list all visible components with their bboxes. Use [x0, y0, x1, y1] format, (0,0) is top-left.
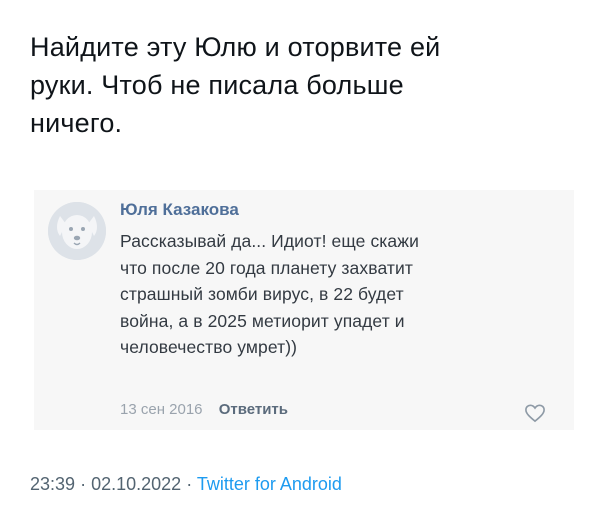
- tweet-text-line: Найдите эту Юлю и оторвите ей: [30, 32, 441, 62]
- comment-text-line: что после 20 года планету захватит: [120, 257, 413, 278]
- tweet-date: 02.10.2022: [91, 474, 182, 494]
- reply-button[interactable]: Ответить: [219, 401, 288, 418]
- heart-icon[interactable]: [524, 403, 546, 423]
- comment-text-line: война, а в 2025 метиорит упадет и: [120, 310, 405, 331]
- tweet-time: 23:39: [30, 474, 76, 494]
- comment-text-line: Рассказывай да... Идиот! еще скажи: [120, 231, 419, 251]
- comment-meta: 13 сен 2016 Ответить: [120, 401, 288, 418]
- tweet-screenshot: Найдите эту Юлю и оторвите ей руки. Чтоб…: [0, 0, 600, 518]
- tweet-meta: 23:39 · 02.10.2022 · Twitter for Android: [30, 474, 342, 495]
- meta-separator: ·: [80, 474, 87, 494]
- comment-text: Рассказывай да... Идиот! еще скажи что п…: [120, 228, 560, 361]
- tweet-text-line: ничего.: [30, 108, 123, 138]
- comment-author[interactable]: Юля Казакова: [120, 200, 239, 220]
- tweet-source-link[interactable]: Twitter for Android: [197, 474, 342, 494]
- tweet-text: Найдите эту Юлю и оторвите ей руки. Чтоб…: [30, 28, 570, 142]
- meta-separator: ·: [186, 474, 193, 494]
- embedded-comment-image: Юля Казакова Рассказывай да... Идиот! ещ…: [34, 190, 574, 430]
- comment-text-line: человечество умрет)): [120, 337, 298, 357]
- dog-avatar-icon: [48, 202, 106, 260]
- tweet-text-line: руки. Чтоб не писала больше: [30, 70, 404, 100]
- comment-text-line: страшный зомби вирус, в 22 будет: [120, 284, 404, 304]
- comment-date: 13 сен 2016: [120, 401, 203, 418]
